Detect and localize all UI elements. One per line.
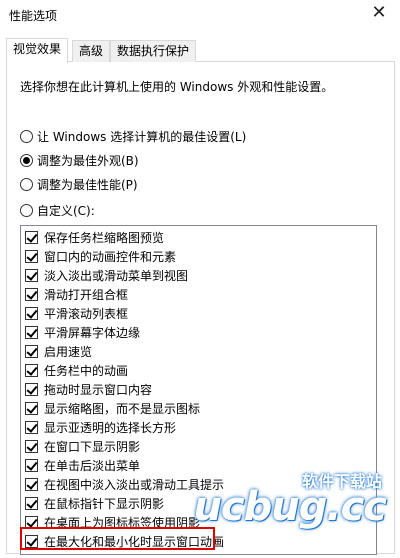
radio-label: 自定义(C): — [37, 203, 95, 218]
close-icon[interactable]: ✕ — [366, 2, 392, 26]
option-label: 平滑屏幕字体边缘 — [44, 325, 141, 340]
list-item[interactable]: 在桌面上为图标标签使用阴影 — [25, 513, 200, 531]
tab-advanced[interactable]: 高级 — [72, 40, 111, 62]
checkbox[interactable] — [25, 249, 38, 263]
option-label: 保存任务栏缩略图预览 — [44, 230, 165, 245]
checkbox[interactable] — [25, 306, 38, 320]
checkbox[interactable] — [25, 287, 38, 301]
checkbox[interactable] — [25, 401, 38, 415]
list-item[interactable]: 在单击后淡出菜单 — [25, 456, 140, 474]
radio-button[interactable] — [20, 177, 33, 191]
option-label: 窗口内的动画控件和元素 — [44, 249, 177, 264]
description-text: 选择你想在此计算机上使用的 Windows 外观和性能设置。 — [20, 80, 334, 94]
radio-label: 调整为最佳性能(P) — [37, 177, 138, 192]
watermark-brand: ucbug.cc — [193, 484, 387, 530]
option-label: 在窗口下显示阴影 — [44, 439, 141, 454]
list-item[interactable]: 启用速览 — [25, 342, 92, 360]
option-label: 在鼠标指针下显示阴影 — [44, 496, 165, 511]
checkbox[interactable] — [25, 344, 38, 358]
list-item[interactable]: 平滑滚动列表框 — [25, 304, 128, 322]
checkbox[interactable] — [25, 420, 38, 434]
option-label: 显示亚透明的选择长方形 — [44, 420, 177, 435]
list-item[interactable]: 淡入淡出或滑动菜单到视图 — [25, 266, 188, 284]
option-label: 拖动时显示窗口内容 — [44, 382, 153, 397]
checkbox[interactable] — [25, 534, 38, 548]
option-label: 淡入淡出或滑动菜单到视图 — [44, 268, 189, 283]
checkbox[interactable] — [25, 515, 38, 529]
radio-custom[interactable]: 自定义(C): — [20, 201, 95, 219]
checkbox[interactable] — [25, 458, 38, 472]
checkbox[interactable] — [25, 382, 38, 396]
checkbox[interactable] — [25, 363, 38, 377]
radio-button[interactable] — [20, 129, 33, 143]
list-item[interactable]: 滑动打开组合框 — [25, 285, 128, 303]
option-label: 显示缩略图，而不是显示图标 — [44, 401, 201, 416]
list-item[interactable]: 保存任务栏缩略图预览 — [25, 228, 164, 246]
watermark-logo: 软件下载站 ucbug.cc — [193, 468, 387, 538]
list-item[interactable]: 显示缩略图，而不是显示图标 — [25, 399, 200, 417]
option-label: 启用速览 — [44, 344, 93, 359]
list-item[interactable]: 窗口内的动画控件和元素 — [25, 247, 176, 265]
checkbox[interactable] — [25, 230, 38, 244]
list-item[interactable]: 拖动时显示窗口内容 — [25, 380, 152, 398]
checkbox[interactable] — [25, 268, 38, 282]
radio-label: 调整为最佳外观(B) — [37, 153, 139, 168]
tab-dep[interactable]: 数据执行保护 — [110, 40, 197, 62]
checkbox[interactable] — [25, 477, 38, 491]
checkbox[interactable] — [25, 496, 38, 510]
option-label: 在最大化和最小化时显示窗口动画 — [44, 534, 225, 549]
radio-button[interactable] — [20, 153, 33, 167]
option-label: 在单击后淡出菜单 — [44, 458, 141, 473]
option-label: 在桌面上为图标标签使用阴影 — [44, 515, 201, 530]
radio-best-appearance[interactable]: 调整为最佳外观(B) — [20, 151, 139, 169]
list-item[interactable]: 在最大化和最小化时显示窗口动画 — [25, 532, 224, 550]
window-title: 性能选项 — [9, 9, 58, 23]
list-item[interactable]: 任务栏中的动画 — [25, 361, 128, 379]
list-item[interactable]: 显示亚透明的选择长方形 — [25, 418, 176, 436]
checkbox[interactable] — [25, 439, 38, 453]
list-item[interactable]: 平滑屏幕字体边缘 — [25, 323, 140, 341]
list-item[interactable]: 在鼠标指针下显示阴影 — [25, 494, 164, 512]
radio-button[interactable] — [20, 203, 33, 217]
checkbox[interactable] — [25, 325, 38, 339]
radio-let-windows-choose[interactable]: 让 Windows 选择计算机的最佳设置(L) — [20, 127, 246, 145]
list-item[interactable]: 在窗口下显示阴影 — [25, 437, 140, 455]
option-label: 任务栏中的动画 — [44, 363, 129, 378]
tab-visual-effects[interactable]: 视觉效果 — [6, 38, 69, 63]
radio-best-performance[interactable]: 调整为最佳性能(P) — [20, 175, 138, 193]
radio-label: 让 Windows 选择计算机的最佳设置(L) — [37, 129, 247, 144]
option-label: 滑动打开组合框 — [44, 287, 129, 302]
option-label: 平滑滚动列表框 — [44, 306, 129, 321]
title-bar: 性能选项 ✕ — [0, 0, 400, 30]
